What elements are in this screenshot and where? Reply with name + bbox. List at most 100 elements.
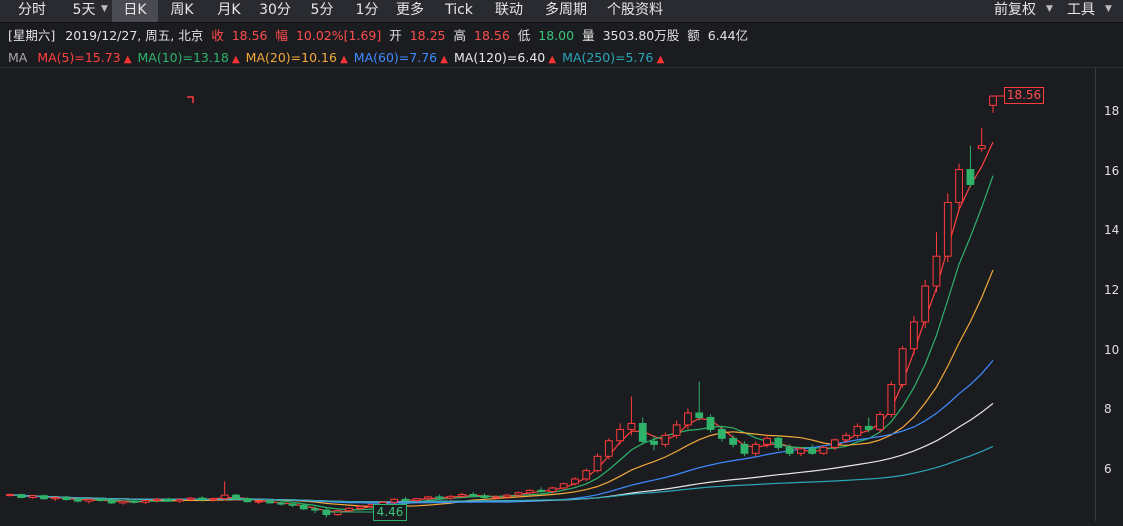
- candle[interactable]: [673, 420, 680, 438]
- up-arrow-icon: ▲: [545, 54, 556, 65]
- tab-2[interactable]: 日K: [112, 0, 158, 22]
- candle[interactable]: [809, 444, 816, 454]
- candle[interactable]: [278, 501, 285, 505]
- change-abs-value: [1.69]: [344, 28, 382, 43]
- kline-chart[interactable]: [0, 67, 1123, 522]
- candle[interactable]: [911, 316, 918, 355]
- candle[interactable]: [877, 411, 884, 432]
- candle[interactable]: [131, 499, 138, 503]
- candle-body: [911, 322, 918, 349]
- candle-body: [877, 414, 884, 429]
- candle[interactable]: [752, 441, 759, 456]
- candlestick-plot[interactable]: [0, 68, 1123, 522]
- candle-body: [300, 505, 307, 509]
- tab-11[interactable]: 多周期: [534, 0, 598, 22]
- candle[interactable]: [854, 423, 861, 438]
- candle-body: [436, 497, 443, 498]
- candle[interactable]: [933, 232, 940, 292]
- ma-legend-text: MA(120)=6.40: [454, 50, 545, 65]
- low-value: 18.00: [538, 28, 574, 43]
- candle[interactable]: [718, 426, 725, 441]
- candle-body: [865, 426, 872, 429]
- candle[interactable]: [402, 497, 409, 502]
- candle[interactable]: [221, 481, 228, 500]
- tab-12[interactable]: 个股资料: [597, 0, 673, 22]
- candle-body: [651, 441, 658, 444]
- candle-body: [922, 286, 929, 322]
- open-label: 开: [389, 28, 402, 43]
- tab-8[interactable]: 更多: [387, 0, 433, 22]
- candle[interactable]: [628, 397, 635, 436]
- candle[interactable]: [707, 414, 714, 432]
- volume-label: 量: [582, 28, 595, 43]
- candle-body: [142, 500, 149, 502]
- chevron-down-icon[interactable]: ▼: [1046, 4, 1053, 14]
- ma-legend-text: MA(20)=10.16: [246, 50, 337, 65]
- candle-body: [86, 499, 93, 501]
- candle[interactable]: [605, 438, 612, 459]
- candle-body: [617, 429, 624, 440]
- candle[interactable]: [233, 494, 240, 500]
- candle[interactable]: [820, 446, 827, 455]
- candle[interactable]: [41, 495, 48, 500]
- candle-body: [244, 499, 251, 502]
- candle[interactable]: [899, 346, 906, 388]
- candle-body: [346, 508, 353, 510]
- amount-value: 6.44亿: [708, 28, 748, 43]
- candle[interactable]: [730, 435, 737, 447]
- tab-4[interactable]: 月K: [206, 0, 252, 22]
- candle[interactable]: [888, 382, 895, 418]
- candle[interactable]: [120, 500, 127, 504]
- candle[interactable]: [334, 509, 341, 516]
- candle[interactable]: [447, 495, 454, 500]
- candle[interactable]: [436, 495, 443, 500]
- candle[interactable]: [7, 494, 14, 497]
- 5day-dropdown-icon[interactable]: ▼: [101, 4, 108, 14]
- candle[interactable]: [52, 497, 59, 501]
- candle[interactable]: [583, 468, 590, 481]
- candle[interactable]: [165, 498, 172, 502]
- candle-body: [515, 493, 522, 495]
- ma-legend-item: MA(10)=13.18 ▲: [138, 50, 240, 65]
- tab-9[interactable]: Tick: [435, 0, 483, 22]
- tab-6[interactable]: 5分: [300, 0, 344, 22]
- candle[interactable]: [594, 453, 601, 472]
- tab-10[interactable]: 联动: [483, 0, 535, 22]
- candle[interactable]: [639, 417, 646, 444]
- candle[interactable]: [978, 128, 985, 152]
- candle[interactable]: [956, 164, 963, 209]
- ma-legend-text: MA(10)=13.18: [138, 50, 229, 65]
- tab-0[interactable]: 分时: [8, 0, 56, 22]
- candle[interactable]: [775, 435, 782, 450]
- candle[interactable]: [538, 487, 545, 492]
- candle[interactable]: [481, 493, 488, 498]
- candle-body: [662, 435, 669, 444]
- candle[interactable]: [63, 496, 70, 501]
- candle[interactable]: [967, 146, 974, 188]
- candle[interactable]: [18, 494, 25, 498]
- candle[interactable]: [142, 500, 149, 504]
- candle-body: [312, 509, 319, 510]
- quote-info-line: [星期六] 2019/12/27, 周五, 北京 收 18.56 幅 10.02…: [8, 25, 748, 44]
- candle-body: [131, 501, 138, 502]
- candle[interactable]: [176, 499, 183, 503]
- candle[interactable]: [244, 498, 251, 503]
- candle[interactable]: [798, 447, 805, 456]
- candle[interactable]: [29, 495, 36, 499]
- candle[interactable]: [922, 280, 929, 328]
- candle-body: [639, 423, 646, 441]
- candle[interactable]: [944, 193, 951, 262]
- candle[interactable]: [696, 382, 703, 421]
- tab-5[interactable]: 30分: [250, 0, 300, 22]
- tab-7[interactable]: 1分: [346, 0, 388, 22]
- candle[interactable]: [865, 417, 872, 432]
- tools-dropdown[interactable]: 工具: [1067, 0, 1095, 22]
- candle[interactable]: [86, 499, 93, 504]
- candle-body: [854, 426, 861, 435]
- candle[interactable]: [199, 496, 206, 500]
- candle[interactable]: [990, 96, 997, 113]
- chevron-down-icon[interactable]: ▼: [1105, 4, 1112, 14]
- candle[interactable]: [617, 423, 624, 444]
- adjust-mode-dropdown[interactable]: 前复权: [994, 0, 1036, 22]
- tab-3[interactable]: 周K: [158, 0, 206, 22]
